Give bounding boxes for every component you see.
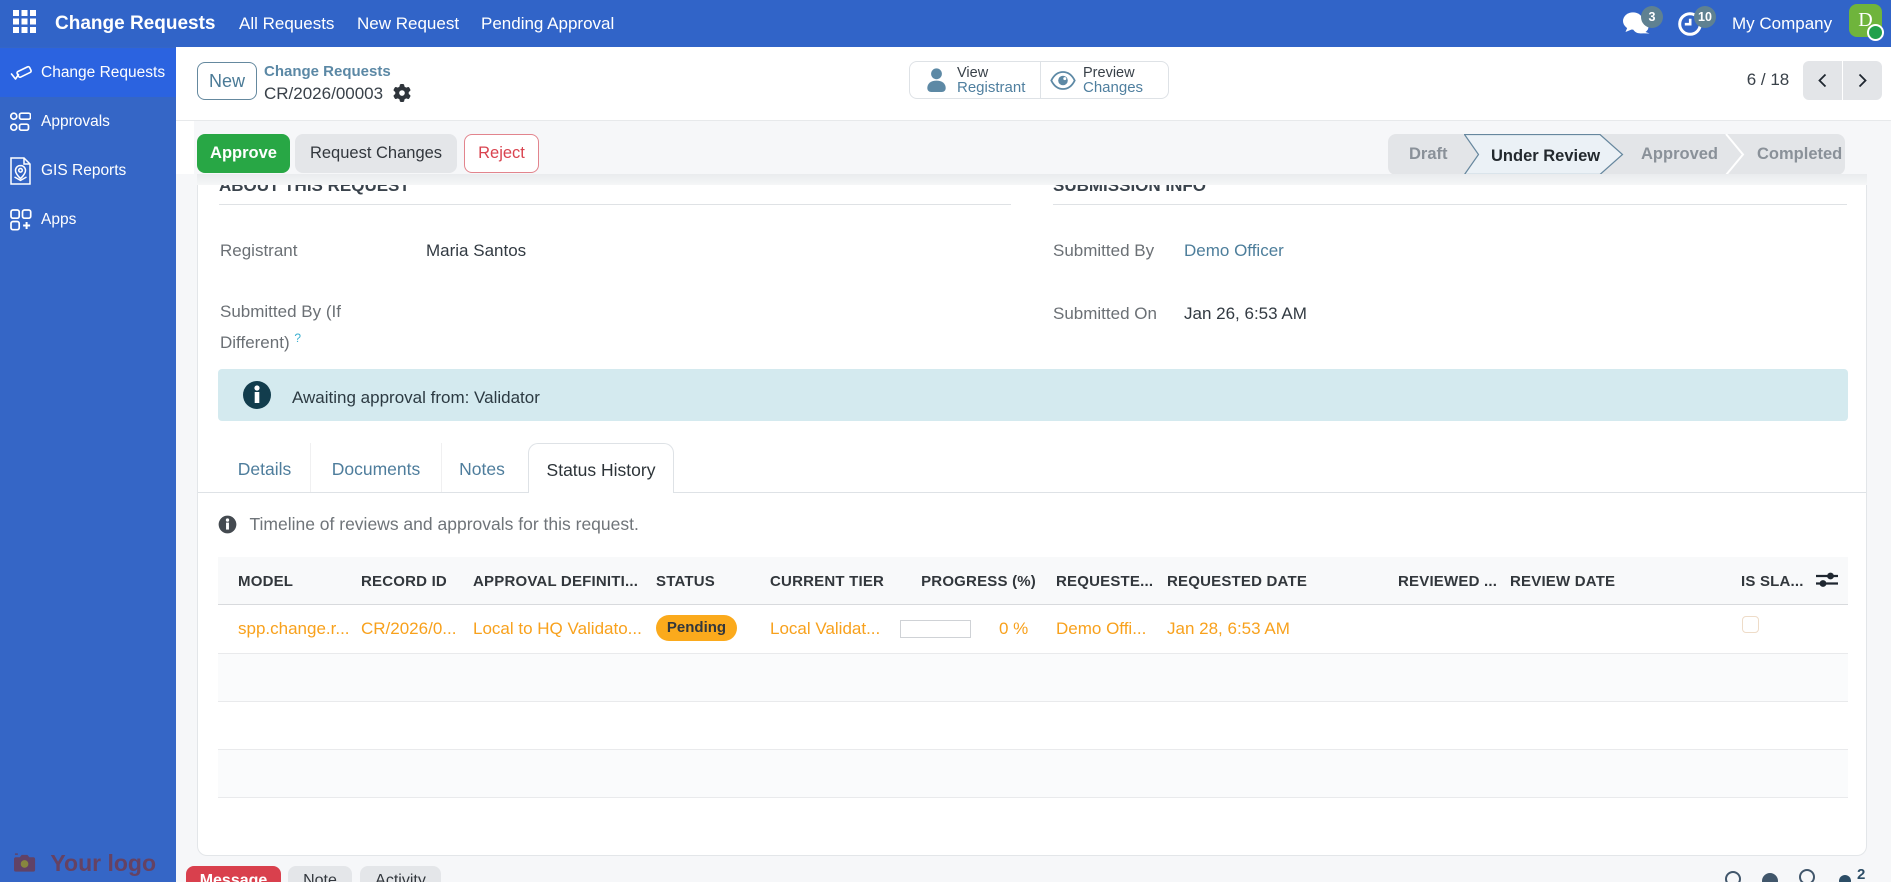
svg-text:2: 2	[1857, 866, 1865, 882]
svg-text:Under Review: Under Review	[1491, 147, 1600, 165]
